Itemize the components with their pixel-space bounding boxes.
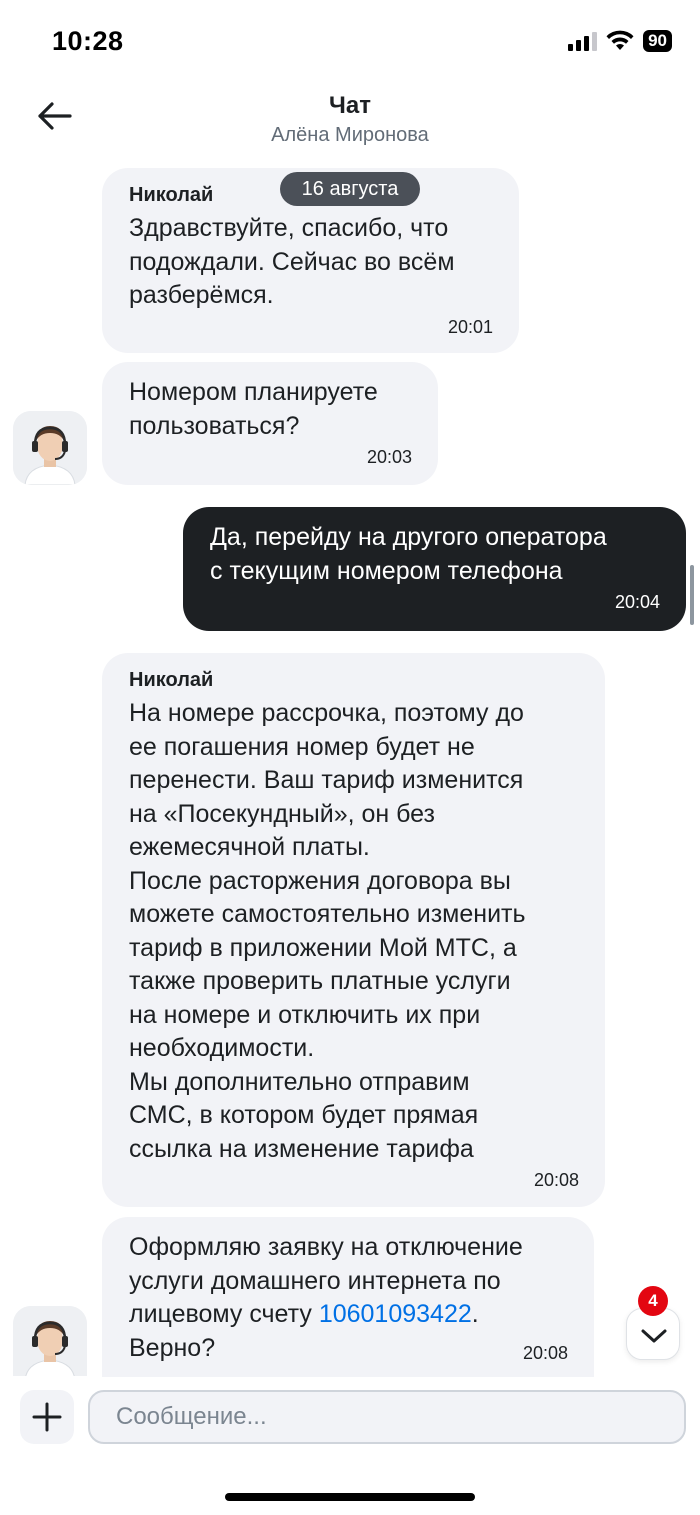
message-text: Оформляю заявку на отключение услуги дом… [129, 1231, 568, 1365]
add-attachment-button[interactable] [20, 1390, 74, 1444]
battery-icon: 90 [643, 30, 672, 52]
message-bubble-outgoing: Да, перейду на другого оператора с текущ… [183, 507, 686, 631]
status-indicators: 90 [568, 30, 672, 52]
message-input[interactable] [88, 1390, 686, 1444]
avatar [13, 411, 87, 485]
status-time: 10:28 [52, 26, 124, 56]
message-text: На номере рассрочка, поэтому до ее погаш… [129, 699, 526, 1163]
date-separator: 16 августа [280, 172, 420, 206]
message-time: 20:08 [522, 1343, 568, 1363]
message-text: Здравствуйте, спасибо, что подождали. Се… [129, 214, 455, 309]
chevron-down-icon [641, 1329, 667, 1343]
page-title: Чат [329, 92, 371, 119]
chat-header: Чат Алёна Миронова [0, 80, 700, 160]
operator-avatar-icon [13, 411, 87, 485]
unread-badge: 4 [638, 1286, 668, 1316]
home-indicator [225, 1493, 475, 1501]
plus-icon [32, 1402, 62, 1432]
message-time: 20:04 [614, 592, 660, 612]
avatar [13, 1306, 87, 1376]
operator-avatar-icon [13, 1306, 87, 1376]
message-bubble: Оформляю заявку на отключение услуги дом… [102, 1217, 594, 1377]
account-number-link[interactable]: 10601093422 [319, 1300, 472, 1328]
message-text: Номером планируете пользоваться? [129, 378, 378, 440]
wifi-icon [606, 30, 634, 50]
chat-subtitle: Алёна Миронова [271, 124, 429, 146]
sender-name: Николай [129, 669, 214, 691]
message-bubble: Николай На номере рассрочка, поэтому до … [102, 653, 605, 1207]
scrollbar[interactable] [690, 565, 694, 625]
message-time: 20:01 [447, 316, 493, 337]
message-bubble: Номером планируете пользоваться? 20:03 [102, 362, 438, 485]
message-time: 20:03 [366, 447, 412, 467]
message-text: Да, перейду на другого оператора с текущ… [210, 523, 607, 585]
message-time: 20:08 [533, 1170, 579, 1190]
signal-icon [568, 31, 598, 51]
status-bar: 10:28 90 [0, 0, 700, 80]
